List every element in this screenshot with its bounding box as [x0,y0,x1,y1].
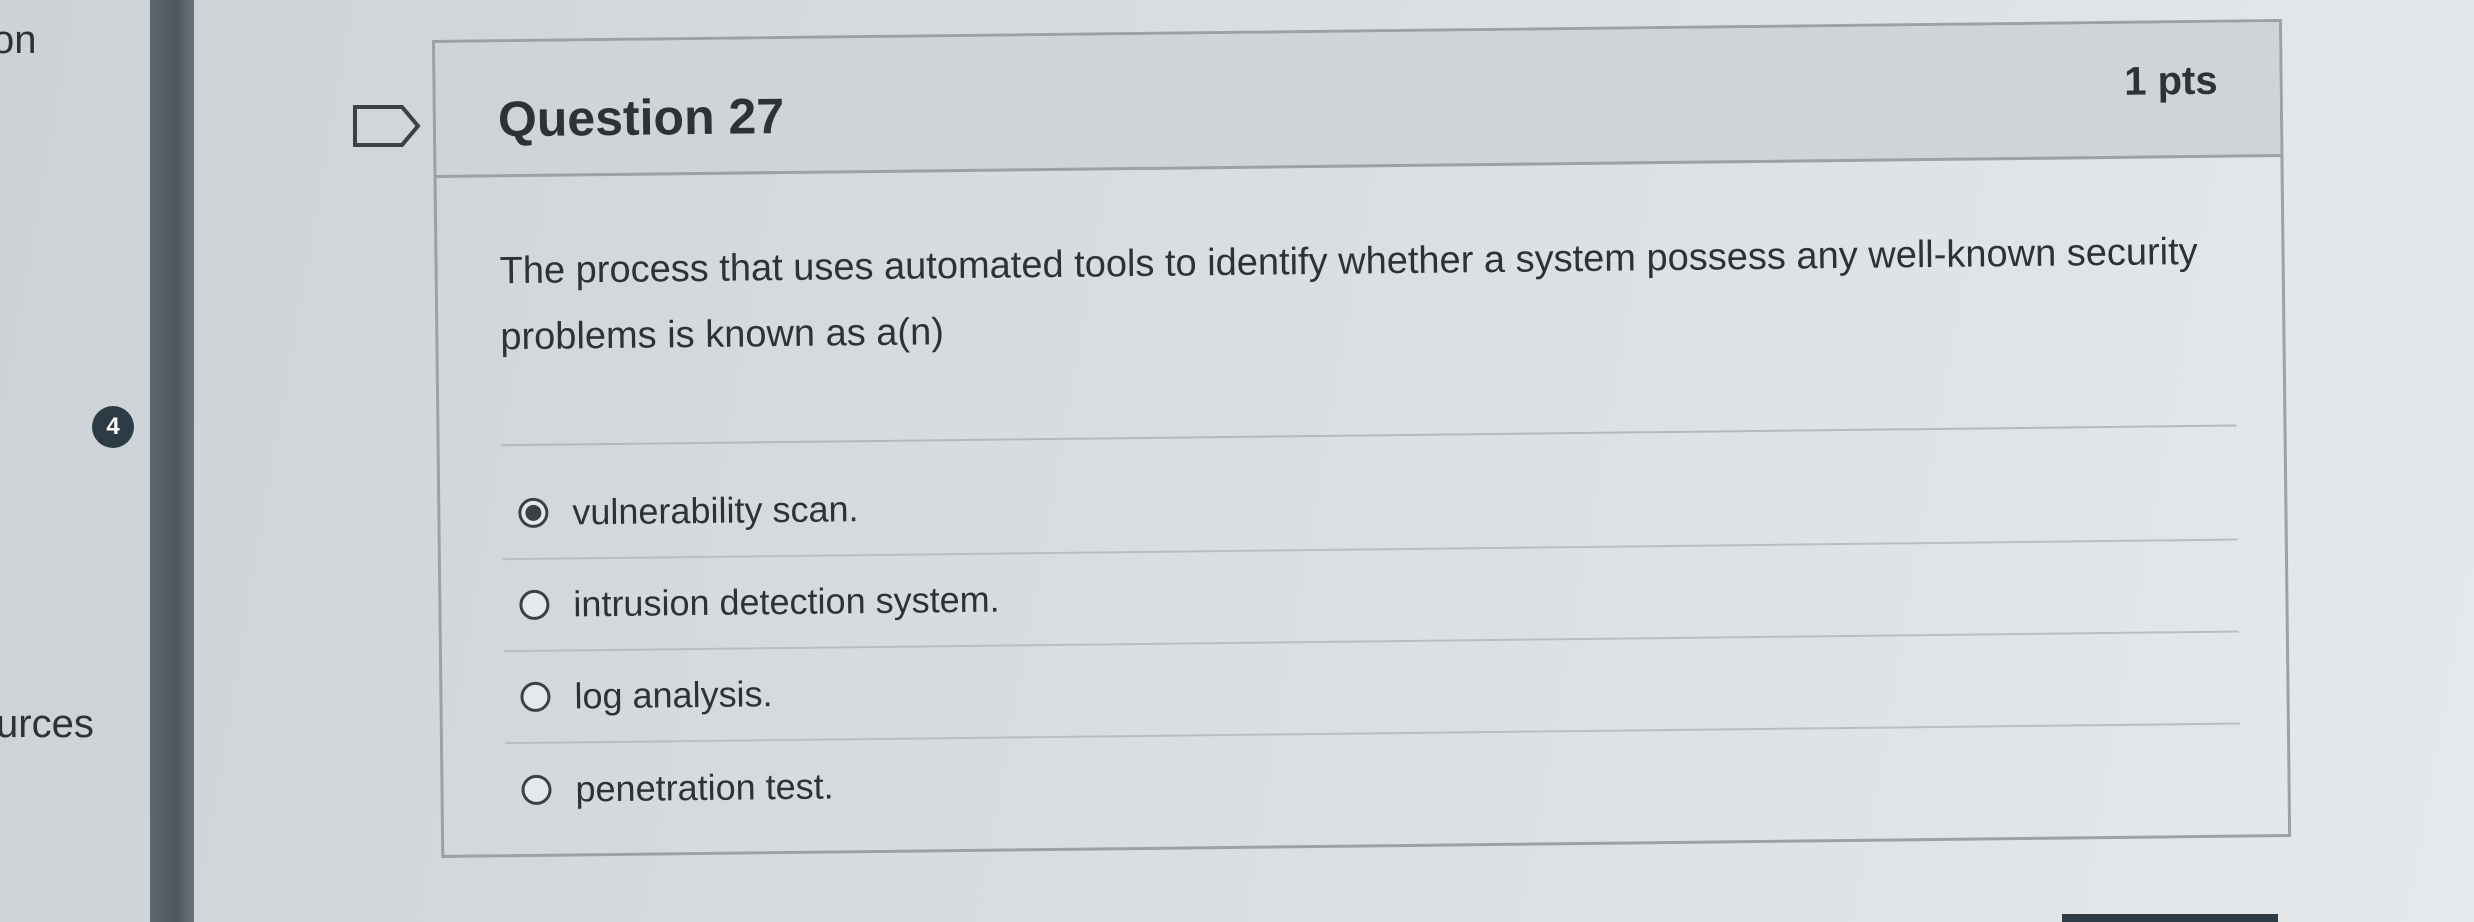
question-divider [501,424,2237,447]
answer-option[interactable]: penetration test. [505,725,2241,837]
question-text: The process that uses automated tools to… [499,230,2198,359]
screen: on 4 urces Question 27 1 pts The process… [0,0,2474,922]
question-header: Question 27 1 pts [435,22,2281,178]
sidebar-divider [150,0,194,922]
answer-label: log analysis. [574,673,773,717]
flag-icon[interactable] [352,104,422,148]
nav-item-label-resources[interactable]: urces [0,702,94,747]
answer-label: penetration test. [575,765,834,810]
radio-empty-icon[interactable] [521,774,552,806]
radio-empty-icon[interactable] [519,589,550,621]
answer-list: vulnerability scan. intrusion detection … [501,448,2241,837]
answer-label: intrusion detection system. [573,578,1000,625]
radio-checked-icon[interactable] [518,497,549,529]
answer-label: vulnerability scan. [572,488,859,533]
question-title: Question 27 [497,88,785,148]
question-card: Question 27 1 pts The process that uses … [432,19,2292,858]
left-navigation: on 4 urces [0,0,150,922]
nav-item-label-top[interactable]: on [0,18,37,63]
question-points: 1 pts [2123,58,2218,104]
radio-empty-icon[interactable] [520,681,551,713]
notification-badge: 4 [92,406,134,448]
bottom-button-edge [2062,914,2278,922]
